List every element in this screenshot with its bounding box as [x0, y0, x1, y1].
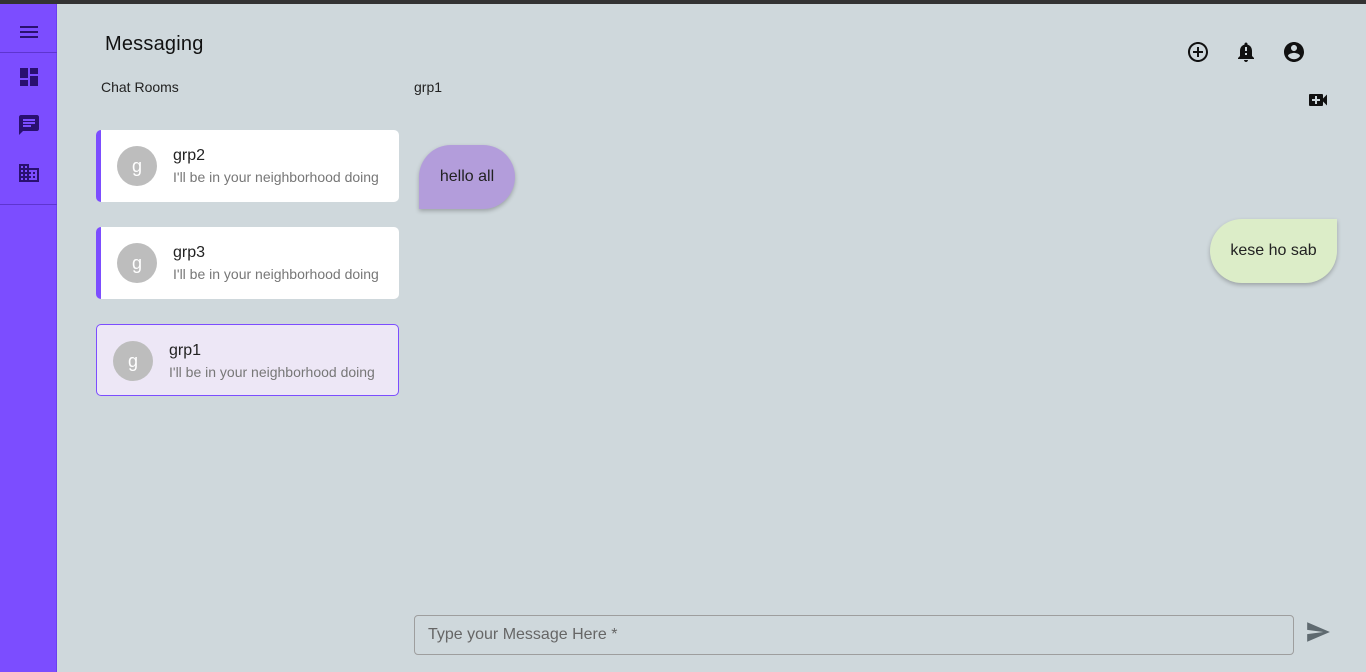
room-preview: I'll be in your neighborhood doing — [169, 364, 375, 380]
window-top-bar — [0, 0, 1366, 4]
sidebar-item-dashboard[interactable] — [0, 57, 57, 97]
chat-room-item[interactable]: g grp3 I'll be in your neighborhood doin… — [96, 227, 399, 299]
sidebar-divider — [0, 52, 57, 53]
add-button[interactable] — [1186, 40, 1210, 64]
room-name: grp2 — [173, 147, 206, 164]
conversation-title: grp1 — [414, 79, 443, 95]
video-call-button[interactable] — [1306, 88, 1330, 112]
sidebar-item-messaging[interactable] — [0, 105, 57, 145]
chat-rooms-label: Chat Rooms — [101, 79, 179, 95]
sidebar-divider — [0, 204, 57, 205]
account-circle-icon — [1284, 42, 1304, 62]
message-bubble-incoming: hello all — [419, 145, 515, 209]
menu-button[interactable] — [0, 12, 57, 52]
room-preview: I'll be in your neighborhood doing — [173, 266, 379, 282]
domain-icon — [18, 164, 39, 182]
avatar: g — [117, 146, 157, 186]
chat-room-item-active[interactable]: g grp1 I'll be in your neighborhood doin… — [96, 324, 399, 396]
account-button[interactable] — [1282, 40, 1306, 64]
add-circle-icon — [1188, 42, 1208, 62]
message-bubble-outgoing: kese ho sab — [1210, 219, 1337, 283]
notifications-button[interactable] — [1234, 40, 1258, 64]
sidebar-item-organization[interactable] — [0, 153, 57, 193]
avatar: g — [117, 243, 157, 283]
dashboard-icon — [19, 68, 38, 86]
chat-room-item[interactable]: g grp2 I'll be in your neighborhood doin… — [96, 130, 399, 202]
sidebar — [0, 4, 57, 672]
room-name: grp3 — [173, 244, 206, 261]
room-preview: I'll be in your neighborhood doing — [173, 169, 379, 185]
avatar: g — [113, 341, 153, 381]
message-input[interactable] — [414, 615, 1294, 655]
send-button[interactable] — [1305, 619, 1331, 645]
menu-icon — [19, 26, 38, 38]
room-name: grp1 — [169, 342, 202, 359]
chat-icon — [18, 115, 39, 135]
send-icon — [1307, 622, 1330, 642]
notifications-icon — [1238, 42, 1254, 62]
page-title: Messaging — [105, 33, 204, 55]
video-call-icon — [1309, 94, 1327, 106]
